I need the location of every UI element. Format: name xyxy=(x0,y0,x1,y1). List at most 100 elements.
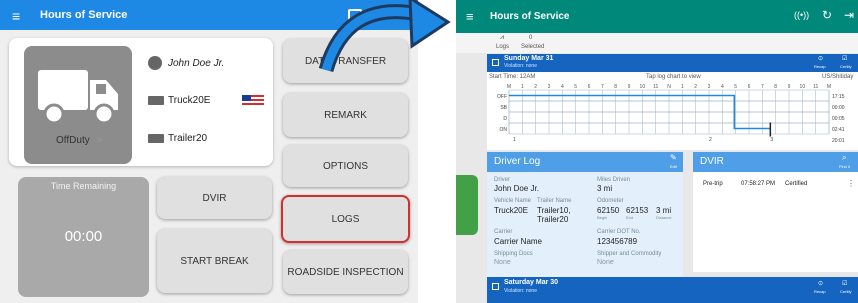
day-checkbox[interactable] xyxy=(492,283,499,290)
miles-label: Miles Driven xyxy=(597,177,631,183)
dvir-type: Pre-trip xyxy=(703,181,723,187)
day-checkbox[interactable] xyxy=(492,59,499,66)
hour-label: M xyxy=(827,84,831,90)
logs-icon[interactable]: ⩘ xyxy=(500,34,504,42)
hour-label: 7 xyxy=(601,84,604,90)
recap-icon[interactable]: ⊙ xyxy=(818,280,823,287)
hour-label: 5 xyxy=(574,84,577,90)
trailer-name: Trailer20 xyxy=(168,133,208,144)
miles-value: 3 mi xyxy=(597,184,613,193)
app-title: Hours of Service xyxy=(40,9,128,21)
refresh-icon[interactable]: ↻ xyxy=(822,8,832,22)
status-label: D xyxy=(503,116,507,122)
hour-label: 8 xyxy=(614,84,617,90)
driver-log-title: Driver Log xyxy=(494,156,541,167)
logs-screen: ≡ Hours of Service ((•)) ↻ ⇥ ⩘ Logs 0 Se… xyxy=(456,0,858,303)
shipper-label: Shipper and Commodity xyxy=(597,251,662,257)
carrier-value: Carrier Name xyxy=(494,237,543,246)
truck-small-icon xyxy=(148,96,164,105)
driver-value: John Doe Jr. xyxy=(494,184,539,193)
duty-status-label: OffDuty xyxy=(56,135,90,146)
dvir-time: 07:58:27 PM xyxy=(741,181,776,187)
odometer-label: Odometer xyxy=(597,198,624,204)
duty-status[interactable]: OffDuty > xyxy=(56,135,102,146)
us-flag-icon xyxy=(242,95,264,107)
dvir-button[interactable]: DVIR xyxy=(157,177,272,219)
hour-label: 9 xyxy=(628,84,631,90)
app-bar: ≡ Hours of Service ((•)) ↻ ⇥ xyxy=(456,0,858,33)
logs-label: Logs xyxy=(496,44,510,50)
status-label: SB xyxy=(500,105,507,111)
logout-icon[interactable]: ⇥ xyxy=(844,8,854,22)
recap-icon[interactable]: ⊙ xyxy=(818,55,823,62)
selected-count: 0 xyxy=(529,35,533,41)
recap-label: Recap xyxy=(814,289,826,294)
truck-name: Truck20E xyxy=(168,95,211,106)
truck-icon xyxy=(38,70,118,125)
certify-label: Certify xyxy=(840,64,852,69)
dot-value: 123456789 xyxy=(597,237,638,246)
hour-label: 1 xyxy=(521,84,524,90)
hour-label: 1 xyxy=(681,84,684,90)
status-label: ON xyxy=(500,127,508,133)
chevron-right-icon: > xyxy=(96,135,103,146)
remark-button[interactable]: REMARK xyxy=(283,93,408,137)
hour-label: 6 xyxy=(588,84,591,90)
hour-label: 3 xyxy=(548,84,551,90)
menu-icon[interactable]: ≡ xyxy=(466,9,474,24)
time-remaining-value: 00:00 xyxy=(64,228,103,245)
background-tile xyxy=(456,175,478,235)
driver-name: John Doe Jr. xyxy=(168,58,225,69)
hour-label: 3 xyxy=(708,84,711,90)
edit-label: Edit xyxy=(670,164,677,169)
certify-icon[interactable]: ☑ xyxy=(842,280,847,287)
roadside-inspection-button[interactable]: ROADSIDE INSPECTION xyxy=(283,250,408,294)
hour-label: 11 xyxy=(813,84,818,90)
carrier-label: Carrier xyxy=(494,229,513,235)
person-icon xyxy=(148,56,162,70)
driver-label: Driver xyxy=(494,177,510,183)
more-icon[interactable]: ⋮ xyxy=(847,179,855,188)
dvir-status: Certified xyxy=(785,181,808,187)
dot-label: Carrier DOT No. xyxy=(597,229,641,235)
logs-button[interactable]: LOGS xyxy=(281,195,410,243)
duty-status-graph[interactable]: M 1 2 3 4 5 6 7 8 9 10 11 N 1 2 3 4 5 6 7 8 9 10 11 MOFF 17:15SB 0… xyxy=(487,82,858,150)
shipping-value: None xyxy=(494,259,511,266)
chart-mark: 1 xyxy=(513,137,516,143)
status-total: 17:15 xyxy=(832,94,845,100)
timezone: US/Shitiday xyxy=(822,74,854,80)
status-total: 02:41 xyxy=(832,127,845,133)
hour-label: 10 xyxy=(640,84,646,90)
dvir-title: DVIR xyxy=(700,156,724,167)
hour-label: 2 xyxy=(534,84,537,90)
shipping-label: Shipping Docs xyxy=(494,251,533,257)
status-label: OFF xyxy=(497,94,507,100)
logs-toolbar xyxy=(456,33,858,53)
app-title: Hours of Service xyxy=(490,11,570,22)
hour-label: 2 xyxy=(694,84,697,90)
start-break-button[interactable]: START BREAK xyxy=(157,229,272,293)
start-time: Start Time: 12AM xyxy=(489,74,536,80)
findit-label: Find it xyxy=(839,164,850,169)
certify-icon[interactable]: ☑ xyxy=(842,55,847,62)
hour-label: 6 xyxy=(748,84,751,90)
total-hours: 20:01 xyxy=(832,138,845,144)
day-date: Saturday Mar 30 xyxy=(504,279,559,286)
day-violation: Violation: none xyxy=(504,288,537,294)
hour-label: 4 xyxy=(561,84,564,90)
broadcast-icon[interactable]: ((•)) xyxy=(794,10,809,20)
hour-label: 10 xyxy=(800,84,806,90)
hour-label: 9 xyxy=(788,84,791,90)
certify-label: Certify xyxy=(840,289,852,294)
search-icon[interactable]: ⌕ xyxy=(842,153,846,163)
time-remaining-label: Time Remaining xyxy=(50,181,117,191)
edit-icon[interactable]: ✎ xyxy=(670,153,677,162)
vehicle-value: Truck20E xyxy=(494,206,528,215)
chart-mark: 2 xyxy=(709,137,712,143)
menu-icon[interactable]: ≡ xyxy=(12,8,20,24)
options-button[interactable]: OPTIONS xyxy=(283,145,408,187)
trailer-icon xyxy=(148,134,164,143)
status-total: 00:00 xyxy=(832,105,845,111)
shipper-value: None xyxy=(597,259,614,266)
odometer-end: 62153 xyxy=(626,206,649,215)
